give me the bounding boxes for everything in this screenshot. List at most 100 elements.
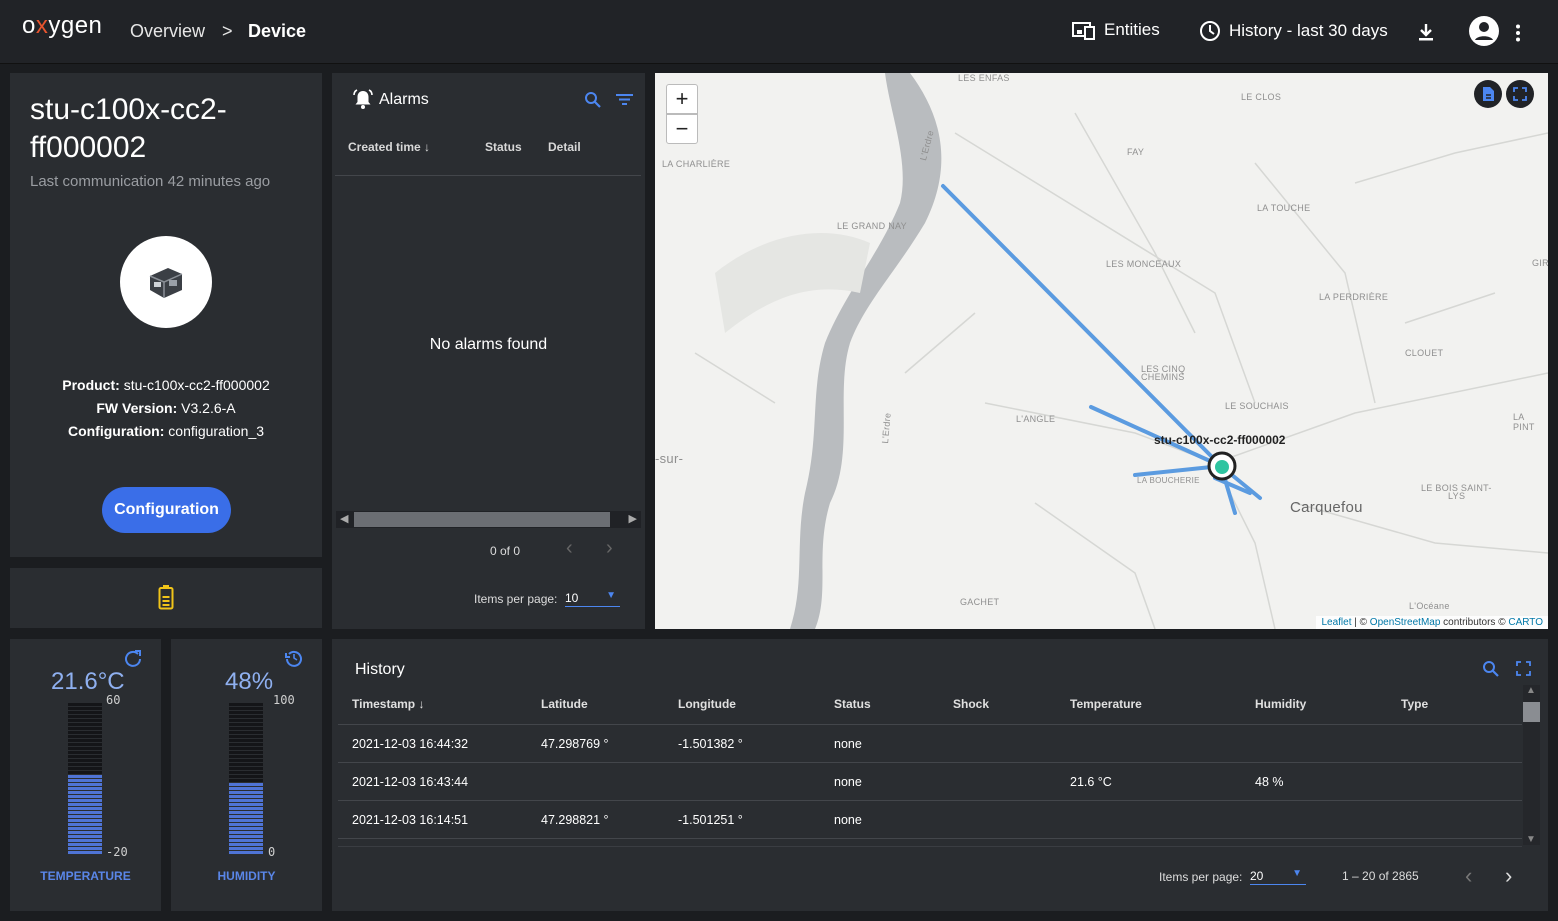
humidity-bar-segment [229,759,263,762]
row-divider [338,838,1522,839]
alarms-col-detail[interactable]: Detail [548,140,581,154]
history-range-button[interactable]: History - last 30 days [1199,20,1388,42]
fw-value: V3.2.6-A [181,400,236,416]
refresh-icon[interactable] [124,649,142,667]
app-logo[interactable]: oxygen [22,12,102,40]
map-label: GIR [1532,258,1548,268]
scroll-up-arrow-icon[interactable]: ▲ [1526,685,1536,696]
temperature-bar-segment [68,719,102,722]
alarms-col-created-time[interactable]: Created time ↓ [348,140,430,154]
configuration-button[interactable]: Configuration [102,487,231,533]
humidity-bar-segment [229,815,263,818]
cell-timestamp: 2021-12-03 16:14:51 [352,813,469,827]
account-icon[interactable] [1468,15,1500,47]
history-range: 1 – 20 of 2865 [1342,869,1419,883]
zoom-out-button[interactable]: − [666,114,698,144]
alarms-next-page-icon[interactable]: › [606,537,613,560]
map-label: FAY [1127,147,1145,157]
temperature-bar-segment [68,839,102,842]
attribution-text: contributors © [1440,617,1509,628]
alarms-filter-icon[interactable] [616,93,633,106]
temperature-bar-segment [68,759,102,762]
humidity-bar-segment [229,835,263,838]
humidity-bar [229,703,263,855]
history-col-latitude[interactable]: Latitude [541,697,588,711]
cell-humidity: 48 % [1255,775,1284,789]
temperature-bar-segment [68,703,102,706]
alarms-prev-page-icon[interactable]: ‹ [566,537,573,560]
scroll-left-arrow-icon[interactable]: ◀ [340,512,348,525]
map-layers-icon[interactable] [1474,80,1502,108]
alarms-items-select[interactable]: 10 ▼ [565,589,620,607]
cell-latitude: 47.298769 ° [541,737,609,751]
temperature-bar-segment [68,747,102,750]
history-fullscreen-icon[interactable] [1516,661,1531,676]
humidity-bar-segment [229,787,263,790]
history-col-longitude[interactable]: Longitude [678,697,736,711]
history-col-type[interactable]: Type [1401,697,1428,711]
humidity-bar-segment [229,711,263,714]
temperature-bar-segment [68,779,102,782]
temperature-bar-segment [68,755,102,758]
humidity-bar-segment [229,795,263,798]
device-image-icon [149,268,183,298]
top-app-bar: oxygen Overview > Device Entities Histor… [0,0,1558,64]
humidity-bar-segment [229,723,263,726]
breadcrumb-separator: > [222,21,233,41]
scroll-down-arrow-icon[interactable]: ▼ [1526,834,1536,845]
map-fullscreen-icon[interactable] [1506,80,1534,108]
history-col-timestamp[interactable]: Timestamp ↓ [352,697,424,711]
scroll-right-arrow-icon[interactable]: ▶ [629,512,637,525]
humidity-bar-segment [229,779,263,782]
history-col-shock[interactable]: Shock [953,697,989,711]
cell-status: none [834,737,862,751]
history-col-status[interactable]: Status [834,697,871,711]
dropdown-arrow-icon: ▼ [606,590,616,601]
history-scroll-thumb[interactable] [1523,702,1540,722]
temperature-bar-segment [68,763,102,766]
download-icon[interactable] [1416,22,1436,42]
config-value: configuration_3 [168,423,265,439]
zoom-in-button[interactable]: + [666,84,698,114]
history-icon[interactable] [285,649,303,667]
history-col-temperature[interactable]: Temperature [1070,697,1142,711]
alarms-hscrollbar[interactable]: ◀ ▶ [336,511,641,528]
attribution-separator: | © [1351,617,1370,628]
temperature-bar-segment [68,743,102,746]
attribution-leaflet[interactable]: Leaflet [1321,617,1351,628]
map-label: GACHET [960,597,1000,607]
row-divider [338,800,1522,801]
history-items-select[interactable]: 20 ▼ [1250,867,1306,885]
humidity-bar-segment [229,831,263,834]
dropdown-arrow-icon: ▼ [1292,868,1302,879]
attribution-carto[interactable]: CARTO [1508,617,1543,628]
humidity-bar-segment [229,803,263,806]
history-search-icon[interactable] [1482,660,1499,677]
humidity-bar-segment [229,707,263,710]
alarms-col-status[interactable]: Status [485,140,522,154]
humidity-bar-segment [229,763,263,766]
temperature-max: 60 [106,693,121,707]
temperature-bar-segment [68,791,102,794]
history-next-page-icon[interactable]: › [1505,863,1512,889]
map-label: LYS [1448,491,1466,501]
history-prev-page-icon[interactable]: ‹ [1465,863,1472,889]
alarms-search-icon[interactable] [584,91,601,108]
alarms-panel: Alarms Created time ↓ Status Detail No a… [332,73,645,629]
attribution-osm[interactable]: OpenStreetMap [1370,617,1441,628]
breadcrumb-current: Device [248,21,307,41]
map-view[interactable]: LES ENFAS LE CLOS LA CHARLIÈRE FAY LE GR… [655,73,1548,629]
alarms-scroll-thumb[interactable] [354,512,610,527]
breadcrumb-overview[interactable]: Overview [130,21,205,42]
device-panel: stu-c100x-cc2-ff000002 Last communicatio… [10,73,322,557]
humidity-bar-segment [229,751,263,754]
history-col-humidity[interactable]: Humidity [1255,697,1306,711]
more-vert-icon[interactable] [1514,24,1522,42]
entities-button[interactable]: Entities [1072,20,1160,40]
marker-label: stu-c100x-cc2-ff000002 [1154,433,1286,447]
temperature-bar-segment [68,831,102,834]
map-label: LES MONCEAUX [1106,259,1182,269]
history-items-label: Items per page: [1159,870,1243,884]
history-vscrollbar[interactable]: ▲ ▼ [1523,685,1540,845]
history-header-divider [338,724,1522,725]
